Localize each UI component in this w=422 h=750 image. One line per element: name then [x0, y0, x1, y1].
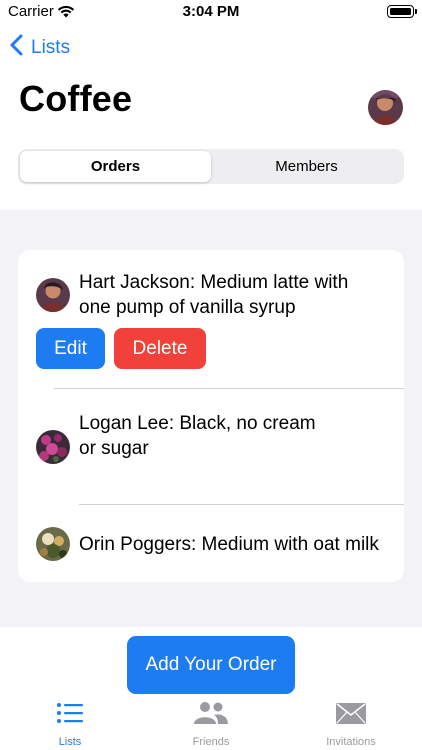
list-icon	[56, 701, 84, 730]
order-text-2: Logan Lee: Black, no cream or sugar	[79, 411, 316, 461]
status-bar: Carrier 3:04 PM	[0, 0, 422, 26]
tab-bar-item-lists[interactable]: Lists	[15, 701, 125, 748]
order-text-1: Hart Jackson: Medium latte with one pump…	[79, 270, 348, 320]
edit-order-button[interactable]: Edit	[36, 328, 105, 369]
row-divider	[79, 504, 404, 505]
tab-bar-label: Invitations	[326, 736, 376, 748]
status-time: 3:04 PM	[182, 3, 240, 20]
page-title: Coffee	[19, 78, 133, 119]
tab-orders-label: Orders	[90, 158, 141, 175]
tab-bar-label: Friends	[192, 736, 230, 748]
people-icon	[193, 701, 229, 730]
order-text-line: or sugar	[79, 438, 149, 459]
chevron-left-icon	[10, 34, 23, 61]
order-avatar-hart-jackson	[36, 278, 70, 312]
tab-bar-item-invitations[interactable]: Invitations	[296, 701, 406, 748]
order-text-3: Orin Poggers: Medium with oat milk	[79, 532, 379, 557]
add-your-order-button[interactable]: Add Your Order	[127, 636, 295, 694]
row-divider	[54, 388, 404, 389]
order-avatar-orin-poggers	[36, 527, 70, 561]
order-text-line: Logan Lee: Black, no cream	[79, 413, 316, 434]
back-button[interactable]: Lists	[10, 34, 70, 61]
order-text-line: Hart Jackson: Medium latte with	[79, 272, 349, 293]
order-text-line: one pump of vanilla syrup	[79, 297, 296, 318]
orders-members-segmented-control: Orders Members	[18, 149, 404, 184]
user-avatar[interactable]	[368, 90, 403, 125]
back-button-label: Lists	[31, 36, 71, 58]
battery-icon	[387, 5, 417, 18]
tab-orders[interactable]: Orders	[20, 151, 211, 182]
envelope-icon	[335, 701, 367, 730]
delete-order-button[interactable]: Delete	[114, 328, 206, 369]
order-text-line: Orin Poggers: Medium with oat milk	[79, 534, 379, 555]
order-avatar-logan-lee	[36, 430, 70, 464]
tab-bar-label: Lists	[58, 736, 82, 748]
tab-bar-item-friends[interactable]: Friends	[156, 701, 266, 748]
tab-members[interactable]: Members	[211, 151, 402, 182]
tab-members-label: Members	[275, 158, 338, 175]
